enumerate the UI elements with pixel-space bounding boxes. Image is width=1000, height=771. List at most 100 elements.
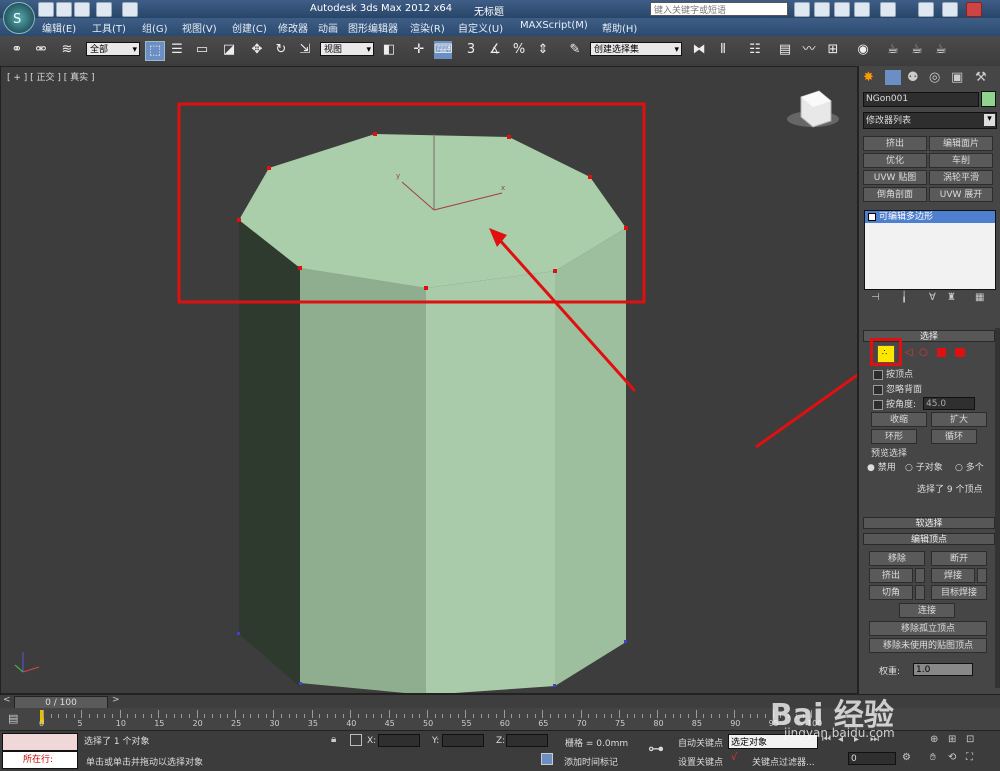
selection-filter-dropdown[interactable]: 全部 <box>86 42 140 57</box>
weld-button[interactable]: 焊接 <box>931 568 975 583</box>
reference-coord-dropdown[interactable]: 视图 <box>320 42 374 57</box>
modifier-extrude-button[interactable]: 挤出 <box>863 136 927 151</box>
extrude-button[interactable]: 挤出 <box>869 568 913 583</box>
spinner-snap-icon[interactable]: ⇕ <box>534 41 552 59</box>
make-unique-icon[interactable]: ∀ <box>929 292 936 303</box>
rendered-frame-icon[interactable]: ☕ <box>908 41 926 59</box>
expand-icon[interactable] <box>868 212 876 221</box>
vertex[interactable] <box>267 166 271 170</box>
vertex[interactable] <box>373 132 377 136</box>
render-setup-icon[interactable]: ☕ <box>884 41 902 59</box>
menu-maxscript[interactable]: MAXScript(M) <box>520 20 588 31</box>
pivot-center-icon[interactable]: ◧ <box>380 41 398 59</box>
save-file-icon[interactable] <box>74 2 90 17</box>
by-angle-checkbox[interactable] <box>873 399 883 410</box>
preview-option-subobject[interactable]: ○ 子对象 <box>905 460 943 473</box>
target-weld-button[interactable]: 目标焊接 <box>931 585 987 600</box>
vertex[interactable] <box>553 684 556 687</box>
time-config-icon[interactable]: ⚙ <box>902 752 911 763</box>
create-tab-icon[interactable]: ✸ <box>863 70 874 85</box>
ignore-backfacing-option[interactable]: 忽略背面 <box>873 382 922 395</box>
menu-customize[interactable]: 自定义(U) <box>458 20 503 35</box>
vertex[interactable] <box>237 632 240 635</box>
modifier-optimize-button[interactable]: 优化 <box>863 153 927 168</box>
menu-modifiers[interactable]: 修改器 <box>278 20 308 35</box>
material-editor-icon[interactable]: ◉ <box>854 41 872 59</box>
select-object-icon[interactable]: ⬚ <box>145 41 165 61</box>
search-input[interactable]: 键入关键字或短语 <box>650 2 788 16</box>
connect-button[interactable]: 连接 <box>899 603 955 618</box>
app-logo-icon[interactable]: S <box>3 2 35 34</box>
by-angle-option[interactable]: 按角度: <box>873 397 916 410</box>
window-crossing-icon[interactable]: ◪ <box>220 41 238 59</box>
weld-settings-button[interactable] <box>977 568 987 583</box>
bind-space-warp-icon[interactable]: ≋ <box>58 41 76 59</box>
render-production-icon[interactable]: ☕ <box>932 41 950 59</box>
scale-icon[interactable]: ⇲ <box>296 41 314 59</box>
favorites-icon[interactable] <box>854 2 870 17</box>
time-tag-icon[interactable] <box>541 753 553 765</box>
show-end-result-icon[interactable]: ╽ <box>901 292 907 303</box>
vertex[interactable] <box>237 218 241 222</box>
menu-animation[interactable]: 动画 <box>318 20 338 35</box>
preview-option-disabled[interactable]: ● 禁用 <box>867 460 896 473</box>
vertex[interactable] <box>424 286 428 290</box>
y-coordinate-field[interactable] <box>442 734 484 747</box>
help-icon[interactable] <box>880 2 896 17</box>
key-filters-button[interactable]: 关键点过滤器... <box>752 755 815 768</box>
set-key-icon[interactable]: ⊶ <box>648 739 664 758</box>
break-button[interactable]: 断开 <box>931 551 987 566</box>
unlink-icon[interactable]: ⚮ <box>32 41 50 59</box>
key-tangent-icon[interactable]: √ <box>731 752 737 763</box>
object-color-swatch[interactable] <box>981 91 996 107</box>
ngon-object[interactable]: x y <box>237 132 628 693</box>
edit-named-selection-icon[interactable]: ✎ <box>566 41 584 59</box>
keyboard-shortcut-icon[interactable]: ⌨ <box>434 41 453 59</box>
by-vertex-option[interactable]: 按顶点 <box>873 367 913 380</box>
prev-frame-icon[interactable]: < <box>3 695 11 705</box>
set-key-button[interactable]: 设置关键点 <box>678 755 723 768</box>
remove-unused-map-verts-button[interactable]: 移除未使用的贴图顶点 <box>869 638 987 653</box>
modifier-bevel-profile-button[interactable]: 倒角剖面 <box>863 187 927 202</box>
zoom-extents-icon[interactable]: ⊡ <box>966 734 974 745</box>
vertex[interactable] <box>588 175 592 179</box>
z-coordinate-field[interactable] <box>506 734 548 747</box>
preview-option-multi[interactable]: ○ 多个 <box>955 460 984 473</box>
vertex[interactable] <box>299 682 302 685</box>
menu-help[interactable]: 帮助(H) <box>602 20 637 35</box>
polygon-mode-icon[interactable] <box>937 348 946 357</box>
vertex[interactable] <box>507 135 511 139</box>
weight-spinner[interactable]: 1.0 <box>913 663 973 676</box>
graphite-tools-icon[interactable]: ▤ <box>776 41 794 59</box>
vertex[interactable] <box>298 266 302 270</box>
soft-selection-rollout-header[interactable]: 软选择 <box>863 517 995 529</box>
maxscript-line[interactable]: 所在行: <box>2 751 78 769</box>
menu-tools[interactable]: 工具(T) <box>92 20 126 35</box>
angle-spinner[interactable]: 45.0 <box>923 397 975 410</box>
manipulate-icon[interactable]: ✛ <box>410 41 428 59</box>
modifier-list-dropdown[interactable]: 修改器列表 ▾ <box>863 112 997 129</box>
x-coordinate-field[interactable] <box>378 734 420 747</box>
select-by-name-icon[interactable]: ☰ <box>168 41 186 59</box>
communication-icon[interactable] <box>834 2 850 17</box>
align-icon[interactable]: ⫴ <box>714 41 732 59</box>
remove-button[interactable]: 移除 <box>869 551 925 566</box>
mirror-icon[interactable]: ⧓ <box>690 41 708 59</box>
stack-item-editable-poly[interactable]: 可编辑多边形 <box>865 211 995 223</box>
shrink-button[interactable]: 收缩 <box>871 412 927 427</box>
border-mode-icon[interactable]: ○ <box>919 347 928 358</box>
panel-scrollbar[interactable] <box>995 328 1000 688</box>
next-frame-icon[interactable]: > <box>112 695 120 705</box>
layer-manager-icon[interactable]: ☷ <box>746 41 764 59</box>
modifier-turbosmooth-button[interactable]: 涡轮平滑 <box>929 170 993 185</box>
menu-views[interactable]: 视图(V) <box>182 20 217 35</box>
open-file-icon[interactable] <box>56 2 72 17</box>
absolute-mode-icon[interactable] <box>350 734 362 746</box>
utilities-tab-icon[interactable]: ⚒ <box>975 70 987 85</box>
undo-icon[interactable] <box>96 2 112 17</box>
vertex[interactable] <box>624 640 627 643</box>
remove-modifier-icon[interactable]: ♜ <box>947 292 956 303</box>
element-mode-icon[interactable] <box>955 348 965 357</box>
modifier-unwrap-uvw-button[interactable]: UVW 展开 <box>929 187 993 202</box>
menu-group[interactable]: 组(G) <box>142 20 168 35</box>
